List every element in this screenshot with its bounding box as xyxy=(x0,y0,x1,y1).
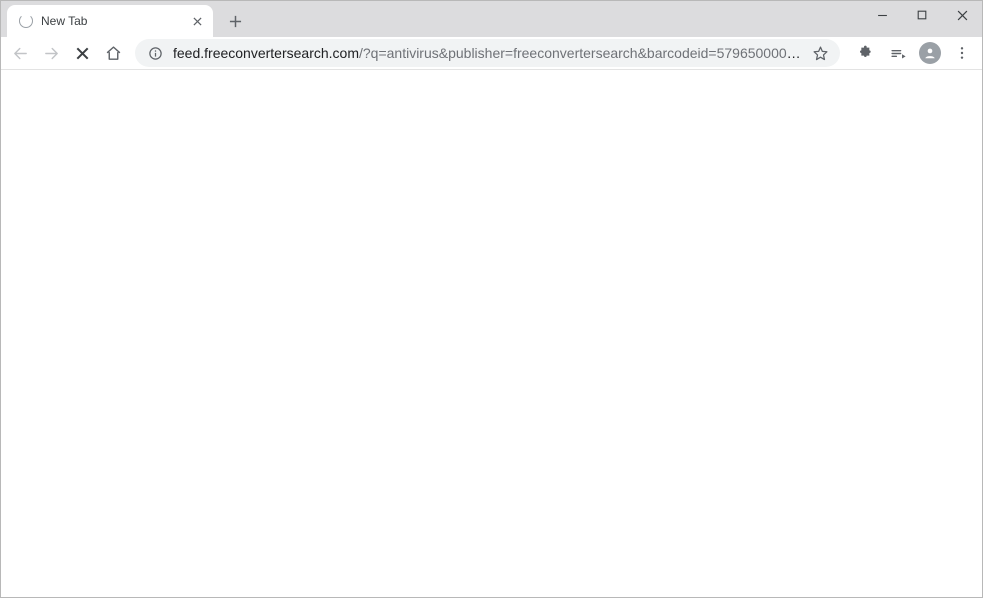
window-close-button[interactable] xyxy=(942,1,982,29)
arrow-right-icon xyxy=(43,45,60,62)
menu-button[interactable] xyxy=(948,39,976,67)
star-icon xyxy=(812,45,829,62)
profile-button[interactable] xyxy=(916,39,944,67)
address-bar[interactable]: feed.freeconvertersearch.com/?q=antiviru… xyxy=(135,39,840,67)
new-tab-button[interactable] xyxy=(221,7,249,35)
media-control-button[interactable] xyxy=(884,39,912,67)
arrow-left-icon xyxy=(12,45,29,62)
toolbar-right xyxy=(852,39,976,67)
close-icon xyxy=(957,10,968,21)
stop-icon xyxy=(76,47,89,60)
home-button[interactable] xyxy=(100,39,127,67)
minimize-icon xyxy=(877,10,888,21)
tab-strip: New Tab xyxy=(1,1,982,37)
plus-icon xyxy=(229,15,242,28)
url-text: feed.freeconvertersearch.com/?q=antiviru… xyxy=(173,45,808,61)
avatar-icon xyxy=(919,42,941,64)
stop-reload-button[interactable] xyxy=(69,39,96,67)
maximize-icon xyxy=(917,10,927,20)
info-icon xyxy=(148,46,163,61)
bookmark-button[interactable] xyxy=(808,41,832,65)
home-icon xyxy=(105,45,122,62)
loading-spinner-icon xyxy=(19,14,33,28)
extensions-button[interactable] xyxy=(852,39,880,67)
maximize-button[interactable] xyxy=(902,1,942,29)
back-button[interactable] xyxy=(7,39,34,67)
tab-close-button[interactable] xyxy=(189,13,205,29)
site-info-button[interactable] xyxy=(147,45,163,61)
media-icon xyxy=(890,45,907,62)
forward-button[interactable] xyxy=(38,39,65,67)
close-icon xyxy=(193,17,202,26)
browser-tab[interactable]: New Tab xyxy=(7,5,213,37)
window-controls xyxy=(862,1,982,29)
url-host: feed.freeconvertersearch.com xyxy=(173,45,359,61)
url-path: /?q=antivirus&publisher=freeconvertersea… xyxy=(359,45,808,61)
page-content xyxy=(1,70,982,597)
minimize-button[interactable] xyxy=(862,1,902,29)
puzzle-icon xyxy=(858,45,874,61)
kebab-icon xyxy=(954,45,970,61)
toolbar: feed.freeconvertersearch.com/?q=antiviru… xyxy=(1,37,982,70)
tab-title: New Tab xyxy=(41,14,189,28)
